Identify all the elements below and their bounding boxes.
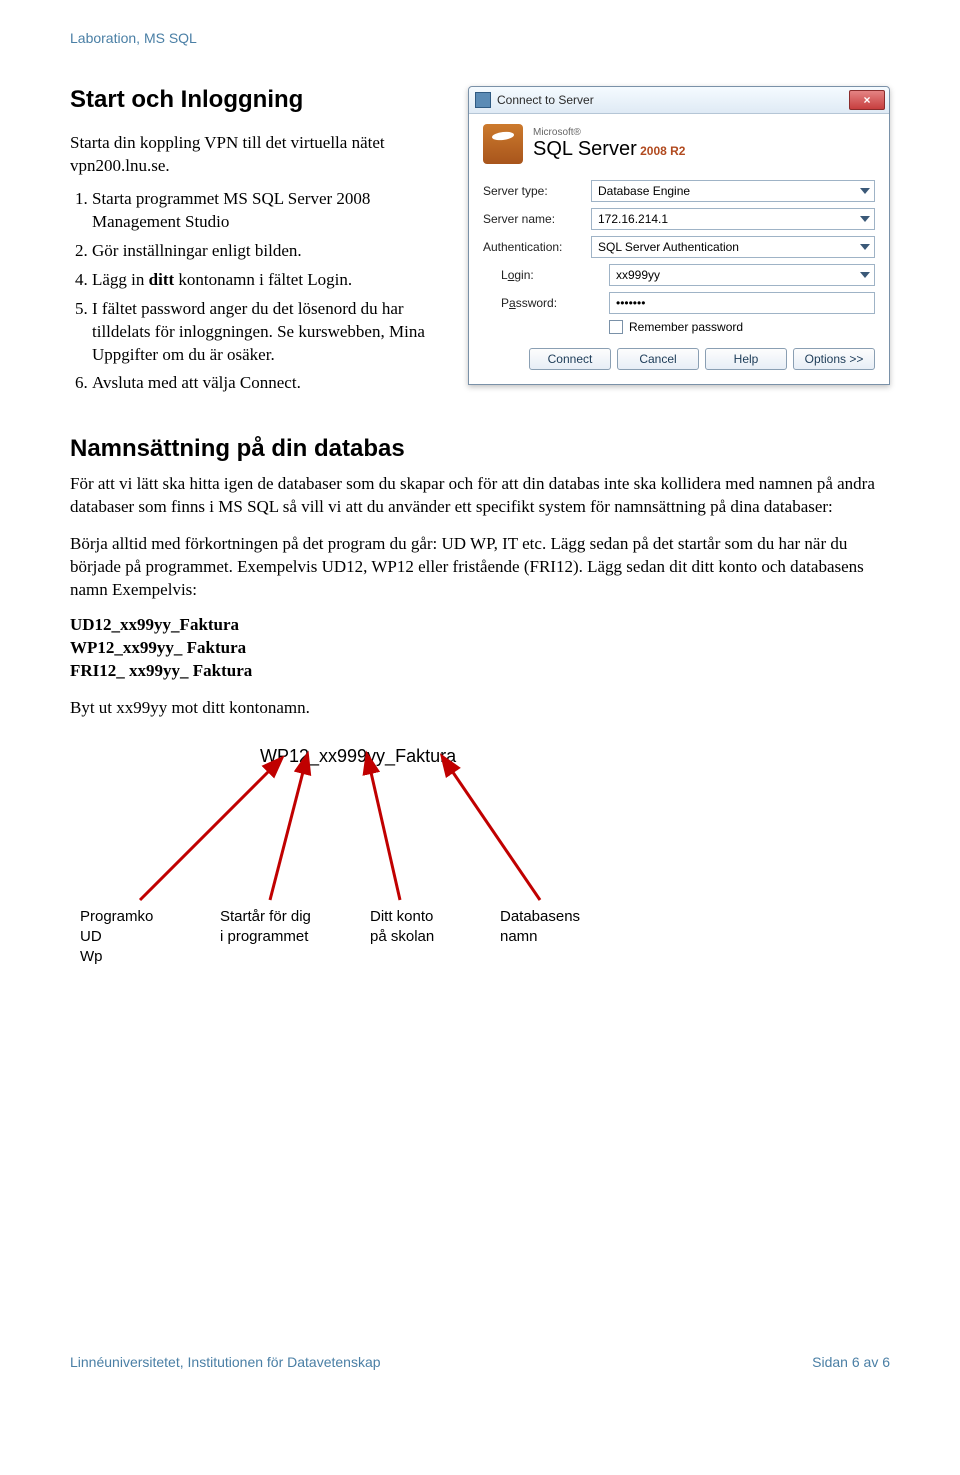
remember-password-label: Remember password (629, 320, 743, 334)
list-item: Lägg in ditt kontonamn i fältet Login. (92, 269, 444, 292)
login-input[interactable]: xx999yy (609, 264, 875, 286)
authentication-select[interactable]: SQL Server Authentication (591, 236, 875, 258)
example-line: WP12_xx99yy_ Faktura (70, 637, 890, 660)
dialog-icon (475, 92, 491, 108)
diagram-label: Programko (80, 908, 153, 925)
list-item: Starta programmet MS SQL Server 2008 Man… (92, 188, 444, 234)
diagram-label: Databasens (500, 908, 580, 925)
label-authentication: Authentication: (483, 240, 591, 254)
connect-to-server-dialog: Connect to Server × Microsoft® SQL Serve… (468, 86, 890, 385)
sql-server-icon (483, 124, 523, 164)
chevron-down-icon (860, 216, 870, 222)
logo-version: 2008 R2 (640, 144, 685, 158)
footer-left: Linnéuniversitetet, Institutionen för Da… (70, 1354, 381, 1370)
options-button[interactable]: Options >> (793, 348, 875, 370)
diagram-label: namn (500, 928, 538, 945)
server-name-select[interactable]: 172.16.214.1 (591, 208, 875, 230)
section-title-naming: Namnsättning på din databas (70, 435, 890, 463)
logo-sqlserver: SQL Server (533, 138, 637, 160)
chevron-down-icon (860, 188, 870, 194)
arrow-lines-icon (80, 740, 780, 990)
label-server-name: Server name: (483, 212, 591, 226)
connect-button[interactable]: Connect (529, 348, 611, 370)
diagram-label: Startår för dig (220, 908, 311, 925)
remember-password-checkbox[interactable] (609, 320, 623, 334)
diagram-label: Wp (80, 948, 103, 965)
label-login: Login: (483, 268, 609, 282)
cancel-button[interactable]: Cancel (617, 348, 699, 370)
diagram-label: i programmet (220, 928, 308, 945)
dialog-logo: Microsoft® SQL Server 2008 R2 (469, 114, 889, 174)
intro-text: Starta din koppling VPN till det virtuel… (70, 132, 444, 178)
label-password: Password: (483, 296, 609, 310)
label-server-type: Server type: (483, 184, 591, 198)
naming-diagram: WP12_xx999yy_Faktura Programko UD Wp Sta… (80, 740, 780, 990)
chevron-down-icon (860, 272, 870, 278)
dialog-title: Connect to Server (497, 93, 849, 107)
password-input[interactable]: ••••••• (609, 292, 875, 314)
swap-note: Byt ut xx99yy mot ditt kontonamn. (70, 697, 890, 720)
example-line: FRI12_ xx99yy_ Faktura (70, 660, 890, 683)
footer-right: Sidan 6 av 6 (812, 1354, 890, 1370)
logo-microsoft: Microsoft® (533, 127, 685, 138)
diagram-label: på skolan (370, 928, 434, 945)
help-button[interactable]: Help (705, 348, 787, 370)
diagram-label: Ditt konto (370, 908, 433, 925)
naming-paragraph-1: För att vi lätt ska hitta igen de databa… (70, 473, 890, 519)
page-footer: Linnéuniversitetet, Institutionen för Da… (70, 1354, 890, 1370)
list-item: I fältet password anger du det lösenord … (92, 298, 444, 367)
close-button[interactable]: × (849, 90, 885, 110)
list-item: Gör inställningar enligt bilden. (92, 240, 444, 263)
server-type-select[interactable]: Database Engine (591, 180, 875, 202)
list-item: Avsluta med att välja Connect. (92, 372, 444, 395)
diagram-label: UD (80, 928, 102, 945)
example-line: UD12_xx99yy_Faktura (70, 614, 890, 637)
dialog-titlebar: Connect to Server × (469, 87, 889, 114)
section-title-start: Start och Inloggning (70, 86, 444, 114)
document-header: Laboration, MS SQL (70, 30, 890, 46)
naming-paragraph-2: Börja alltid med förkortningen på det pr… (70, 533, 890, 602)
chevron-down-icon (860, 244, 870, 250)
instruction-list: Starta programmet MS SQL Server 2008 Man… (70, 188, 444, 396)
